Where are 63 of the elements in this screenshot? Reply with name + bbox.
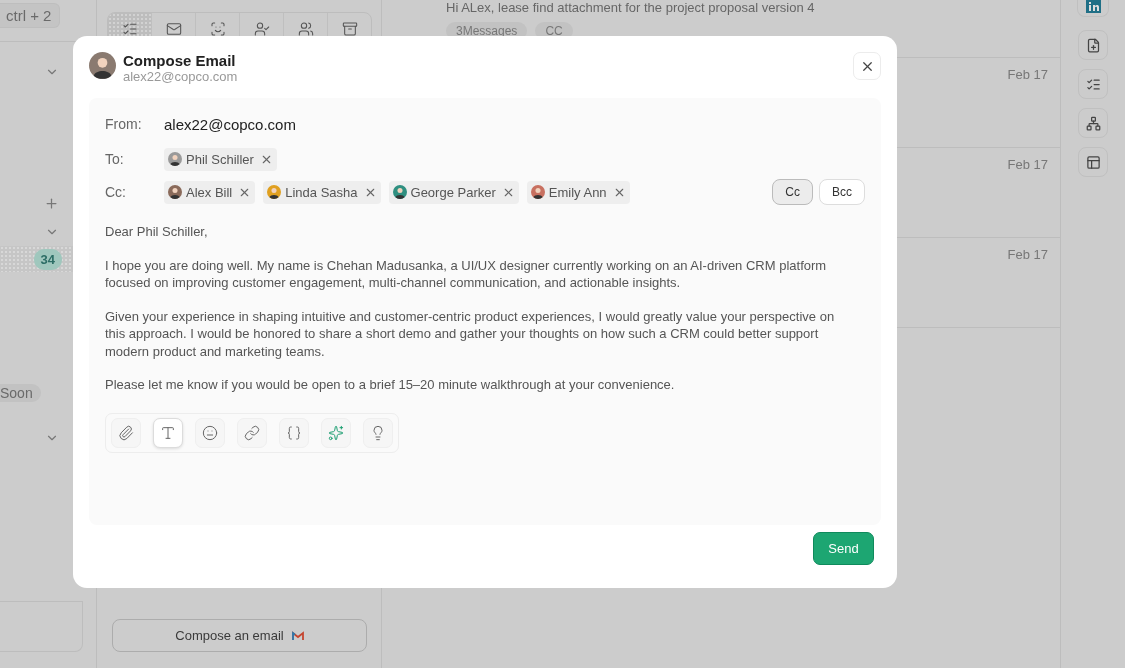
sender-email: alex22@copco.com [123,69,239,84]
recipient-name: Phil Schiller [186,151,254,167]
avatar-icon [392,185,407,199]
from-address: alex22@copco.com [164,115,296,133]
to-label: To: [105,151,125,167]
mail-icon [165,21,182,37]
message-paragraph: Given your experience in shaping intuitive and customer-centric product experiences, I would greatly value your perspective on this approach. I would be honored to share a short demo and gather your thoughts on how such a CRM could better support modern product and marketing teams. [105,307,836,360]
copy-toggle[interactable]: Cc [772,179,813,205]
users-icon [297,21,314,37]
paperclip-icon [118,424,134,441]
message-paragraph: Please let me know if you would be open to a brief 15–20 minute walkthrough at your convenience. [105,376,676,394]
dialog-title: Compose Email [123,52,237,69]
copy-toggle[interactable]: Bcc [819,179,865,205]
cc-label: Cc: [105,184,127,200]
soon-tag: Soon [0,384,41,402]
checklist-icon [1085,76,1101,92]
face-scan-icon [209,21,226,37]
avatar-icon [89,52,116,79]
avatar-icon [267,185,282,199]
link-icon [244,424,260,441]
user-check-icon [253,21,270,37]
archive-icon [341,21,358,37]
recipient-name: George Parker [410,184,496,200]
plus-icon[interactable] [44,195,59,211]
compose-button[interactable]: Compose an email [112,619,367,652]
recipient-name: Linda Sasha [285,184,358,200]
recipient-name: Emily Ann [548,184,607,200]
ai-sparkles-button[interactable] [321,417,351,448]
linkedin-logo-icon [1085,0,1101,13]
checklist-button[interactable] [1078,69,1108,99]
attach-button[interactable] [111,417,141,448]
shortcut-chip: ctrl + 2 [0,3,61,28]
add-file-button[interactable] [1078,30,1108,60]
layout-icon [1085,154,1101,170]
sparkles-icon [328,424,344,441]
avatar-icon [530,185,545,199]
file-plus-icon [1085,37,1101,53]
text-format-button[interactable] [153,417,183,448]
neutral-face-icon [202,424,218,441]
email-date: Feb 17 [1007,67,1048,83]
braces-button[interactable] [279,417,309,448]
email-preview: Hi ALex, lease find attachment for the project proposal version 4 [446,0,816,15]
count-badge: 34 [33,248,62,270]
close-button[interactable] [853,52,881,80]
from-label: From: [105,116,143,132]
recipient-name: Alex Bill [186,184,233,200]
checklist-icon [121,21,138,37]
text-icon [160,424,176,441]
lightbulb-button[interactable] [363,417,393,448]
message-paragraph: Dear Phil Schiller, [105,223,209,241]
hierarchy-icon [1085,115,1101,131]
braces-icon [286,424,302,441]
mail-logo-icon [291,630,304,641]
email-date: Feb 17 [1007,247,1048,263]
hierarchy-button[interactable] [1078,108,1108,138]
link-button[interactable] [237,417,267,448]
lightbulb-icon [370,424,386,441]
avatar-icon [168,185,182,199]
layout-button[interactable] [1078,147,1108,177]
message-paragraph: I hope you are doing well. My name is Chehan Madusanka, a UI/UX designer currently working on an AI-driven CRM platform focused on improving customer engagement, multi-channel communication, and actionable insights. [105,256,828,292]
email-date: Feb 17 [1007,157,1048,173]
avatar-icon [168,152,182,166]
emoji-button[interactable] [195,417,225,448]
